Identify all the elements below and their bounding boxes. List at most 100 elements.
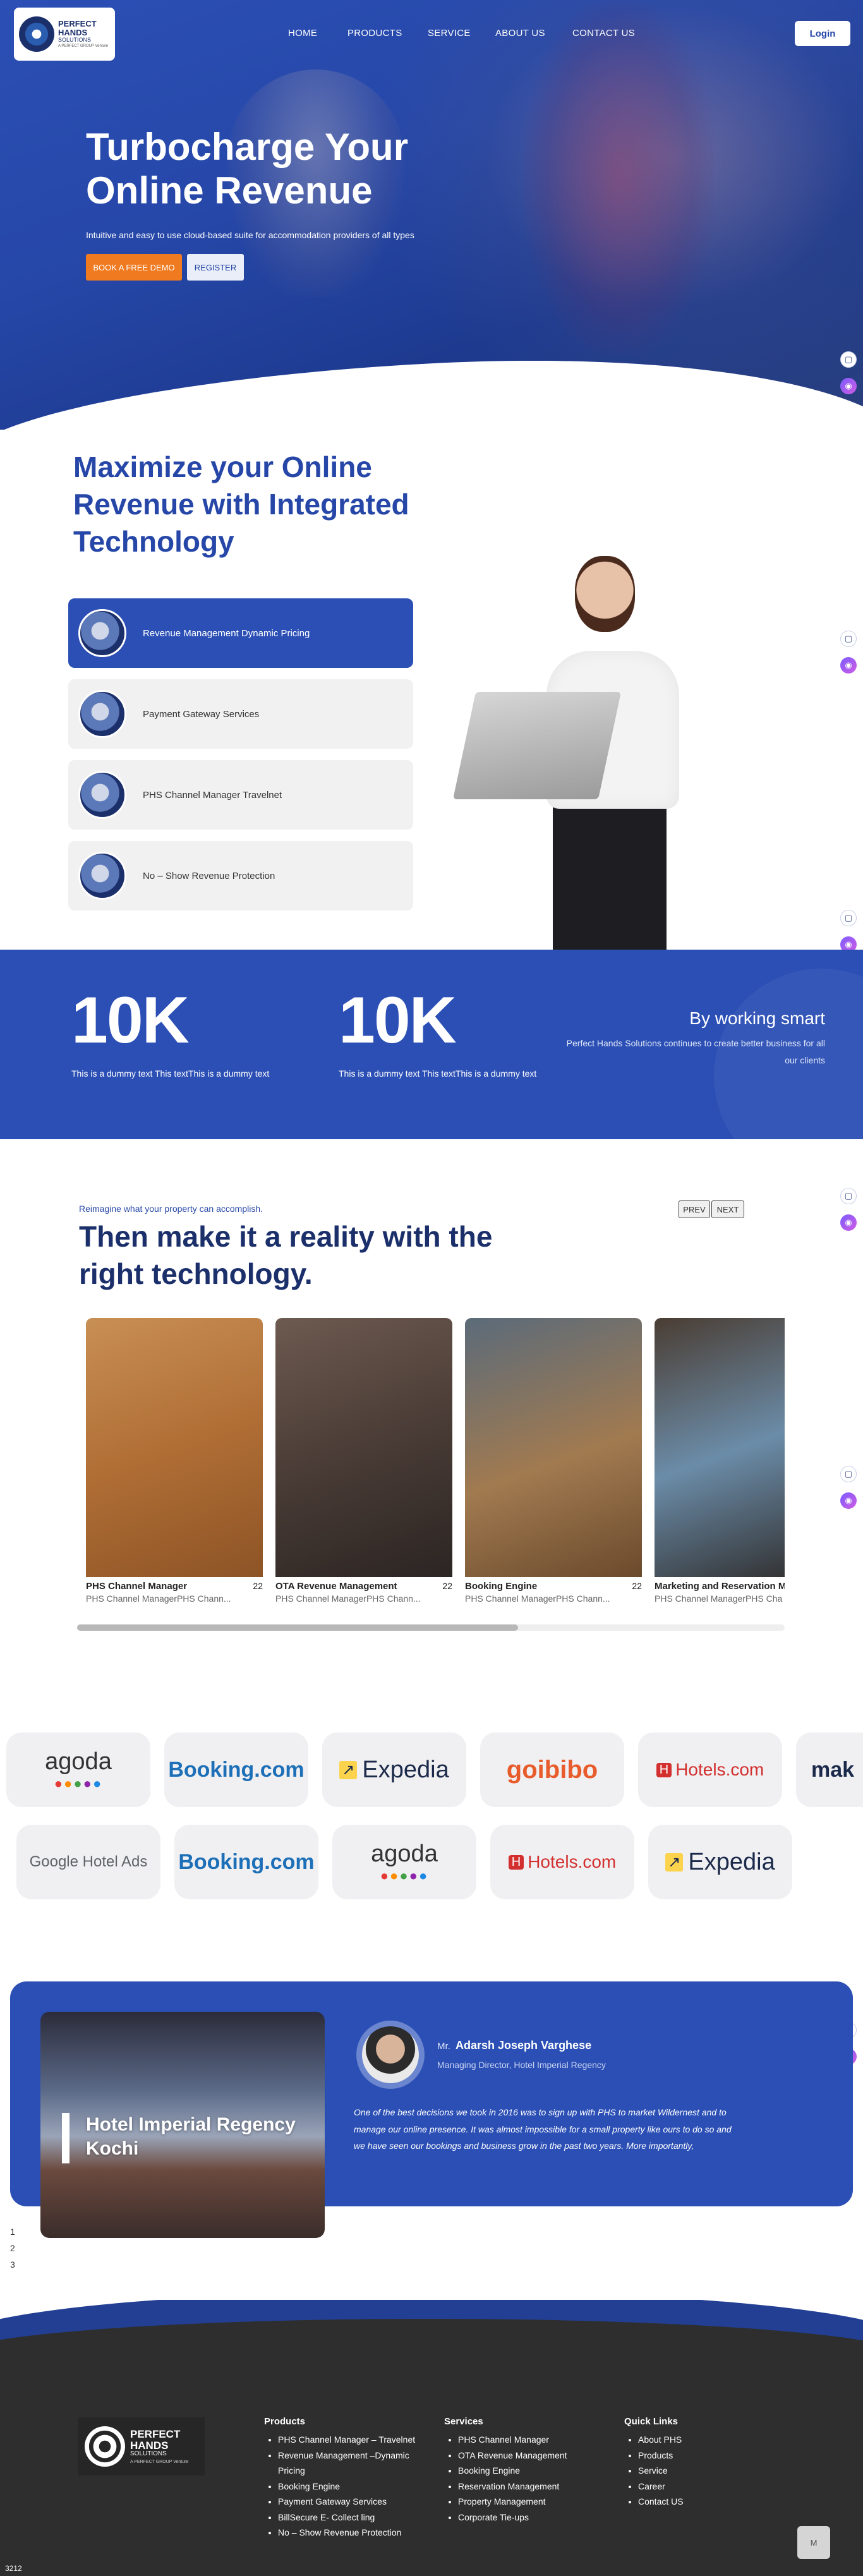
maximize-title: Maximize your Online Revenue with Integr… xyxy=(73,450,409,558)
footer-heading: Products xyxy=(264,2416,306,2427)
footer-link[interactable]: PHS Channel Manager – Travelnet xyxy=(278,2432,430,2448)
product-slide[interactable]: OTA Revenue Management 22 PHS Channel Man… xyxy=(275,1318,452,1604)
footer-link[interactable]: Revenue Management –Dynamic Pricing xyxy=(278,2448,430,2479)
nav-service[interactable]: SERVICE xyxy=(428,28,471,39)
product-slide[interactable]: PHS Channel Manager 22 PHS Channel Manage… xyxy=(86,1318,263,1604)
footer-heading: Services xyxy=(444,2416,483,2427)
main-nav: HOME PRODUCTS SERVICE ABOUT US CONTACT U… xyxy=(0,28,863,40)
nav-products[interactable]: PRODUCTS xyxy=(347,28,402,39)
reviewer-avatar xyxy=(356,2021,425,2089)
reviewer-name: Adarsh Joseph Varghese xyxy=(456,2039,592,2052)
service-card[interactable]: PHS Channel Manager Travelnet xyxy=(68,760,413,830)
partner-logo-google-hotel-ads: Google Hotel Ads xyxy=(16,1825,160,1899)
footer-floating-button[interactable]: M xyxy=(797,2526,830,2559)
login-button[interactable]: Login xyxy=(795,21,850,46)
stat-number: 10K xyxy=(339,984,457,1057)
next-button[interactable]: NEXT xyxy=(711,1200,744,1218)
service-card[interactable]: Payment Gateway Services xyxy=(68,679,413,749)
slide-title: OTA Revenue Management xyxy=(275,1581,397,1592)
page-link[interactable]: 1 xyxy=(10,2224,15,2240)
register-button[interactable]: REGISTER xyxy=(187,254,244,281)
service-thumbnail xyxy=(78,690,126,738)
footer-logo[interactable]: PERFECT HANDS SOLUTIONS A PERFECT GROUP … xyxy=(78,2417,205,2476)
nav-about-us[interactable]: ABOUT US xyxy=(495,28,545,39)
stat-text: This is a dummy text This textThis is a … xyxy=(339,1068,537,1079)
smart-title: By working smart xyxy=(689,1008,825,1028)
footer-link[interactable]: Booking Engine xyxy=(278,2479,430,2494)
footer-link[interactable]: OTA Revenue Management xyxy=(458,2448,567,2464)
chat-widget-icon[interactable]: ▢ xyxy=(840,910,857,926)
product-slide[interactable]: Booking Engine 22 PHS Channel ManagerPHS … xyxy=(465,1318,642,1604)
assistant-widget-icon[interactable]: ◉ xyxy=(840,1214,857,1231)
stat-text: This is a dummy text This textThis is a … xyxy=(71,1068,270,1079)
service-label: Revenue Management Dynamic Pricing xyxy=(143,627,310,639)
page-link[interactable]: 3 xyxy=(10,2257,15,2273)
book-demo-button[interactable]: BOOK A FREE DEMO xyxy=(86,254,182,281)
brand-tagline: A PERFECT GROUP Venture xyxy=(58,44,109,49)
slide-image xyxy=(465,1318,642,1577)
product-slide[interactable]: Marketing and Reservation M PHS Channel … xyxy=(655,1318,785,1604)
partners-section: agoda ●●●●● Booking.com ↗ Expedia goibibo… xyxy=(0,1719,863,1921)
slide-number: 22 xyxy=(442,1581,452,1591)
slide-image xyxy=(655,1318,785,1577)
footer-link[interactable]: Payment Gateway Services xyxy=(278,2494,430,2510)
chat-widget-icon[interactable]: ▢ xyxy=(840,631,857,647)
stat-number: 10K xyxy=(71,984,190,1057)
footer-link[interactable]: Career xyxy=(638,2479,684,2494)
chat-widget-icon[interactable]: ▢ xyxy=(840,1466,857,1482)
reimagine-title: Then make it a reality with the right te… xyxy=(79,1220,493,1290)
product-slider: PHS Channel Manager 22 PHS Channel Manage… xyxy=(86,1318,785,1611)
footer-link[interactable]: Booking Engine xyxy=(458,2463,567,2479)
service-label: PHS Channel Manager Travelnet xyxy=(143,789,282,801)
agoda-dots-icon: ●●●●● xyxy=(54,1775,103,1791)
hotel-name: Hotel Imperial Regency Kochi xyxy=(86,2114,296,2159)
service-card[interactable]: Revenue Management Dynamic Pricing xyxy=(68,598,413,668)
title-accent-bar xyxy=(62,2113,69,2163)
footer-link[interactable]: Products xyxy=(638,2448,684,2464)
footer-link[interactable]: No – Show Revenue Protection xyxy=(278,2525,430,2541)
partner-logo-expedia: ↗ Expedia xyxy=(648,1825,792,1899)
footer-link[interactable]: Property Management xyxy=(458,2494,567,2510)
service-label: Payment Gateway Services xyxy=(143,708,260,720)
hero-title: Turbocharge Your Online Revenue xyxy=(86,126,409,212)
agoda-dots-icon: ●●●●● xyxy=(380,1867,429,1884)
assistant-widget-icon[interactable]: ◉ xyxy=(840,378,857,394)
scrollbar-thumb[interactable] xyxy=(77,1624,518,1631)
partner-logo-hotels: H Hotels.com xyxy=(638,1732,782,1807)
footer-link[interactable]: Contact US xyxy=(638,2494,684,2510)
service-thumbnail xyxy=(78,771,126,819)
service-card[interactable]: No – Show Revenue Protection xyxy=(68,841,413,910)
partner-logo-agoda: agoda ●●●●● xyxy=(6,1732,150,1807)
partner-logo-goibibo: goibibo xyxy=(480,1732,624,1807)
footer-link[interactable]: Service xyxy=(638,2463,684,2479)
footer-link[interactable]: PHS Channel Manager xyxy=(458,2432,567,2448)
chat-widget-icon[interactable]: ▢ xyxy=(840,351,857,368)
partner-logo-hotels: H Hotels.com xyxy=(490,1825,634,1899)
reimagine-eyebrow: Reimagine what your property can accompl… xyxy=(79,1204,263,1214)
footer-link[interactable]: Corporate Tie-ups xyxy=(458,2510,567,2525)
partner-logo-agoda: agoda ●●●●● xyxy=(332,1825,476,1899)
footer-link[interactable]: About PHS xyxy=(638,2432,684,2448)
footer-services: Services PHS Channel Manager OTA Revenue… xyxy=(444,2416,567,2525)
slide-title: PHS Channel Manager xyxy=(86,1581,188,1592)
footer-heading: Quick Links xyxy=(624,2416,679,2427)
partner-logo-expedia: ↗ Expedia xyxy=(322,1732,466,1807)
nav-home[interactable]: HOME xyxy=(288,28,317,39)
expedia-arrow-icon: ↗ xyxy=(339,1760,358,1779)
nav-contact-us[interactable]: CONTACT US xyxy=(572,28,635,39)
footer-link[interactable]: BillSecure E- Collect ling xyxy=(278,2510,430,2525)
testimonial-quote: One of the best decisions we took in 201… xyxy=(354,2107,732,2151)
service-label: No – Show Revenue Protection xyxy=(143,870,275,881)
footer-link[interactable]: Reservation Management xyxy=(458,2479,567,2494)
assistant-widget-icon[interactable]: ◉ xyxy=(840,1492,857,1509)
page-link[interactable]: 2 xyxy=(10,2240,15,2257)
prev-button[interactable]: PREV xyxy=(679,1200,710,1218)
assistant-widget-icon[interactable]: ◉ xyxy=(840,657,857,674)
hotel-image: Hotel Imperial Regency Kochi xyxy=(40,2012,325,2238)
slide-subtitle: PHS Channel ManagerPHS Chann... xyxy=(275,1593,421,1604)
slider-scrollbar[interactable] xyxy=(77,1624,785,1631)
chat-widget-icon[interactable]: ▢ xyxy=(840,1188,857,1204)
partner-logo-makemytrip: mak xyxy=(796,1732,863,1807)
slide-subtitle: PHS Channel ManagerPHS Cha xyxy=(655,1593,783,1604)
smart-text: Perfect Hands Solutions continues to cre… xyxy=(566,1038,825,1065)
